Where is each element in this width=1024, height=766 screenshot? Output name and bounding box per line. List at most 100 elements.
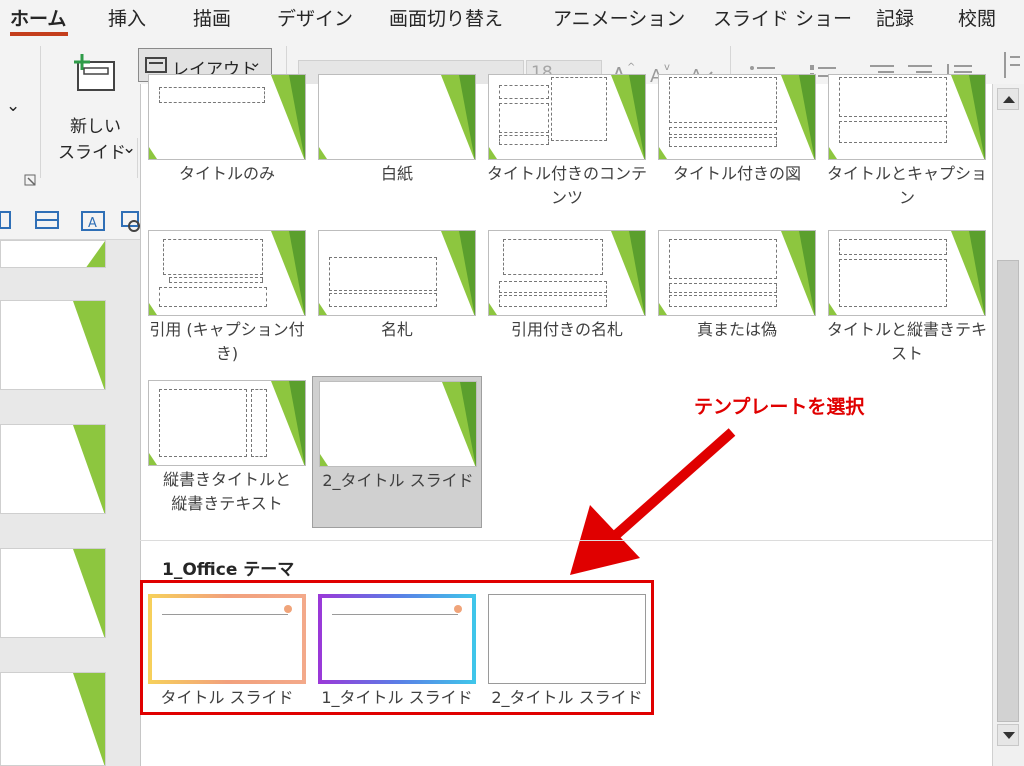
shape-toolbar: A — [0, 188, 140, 240]
new-slide-label-line1: 新しい — [70, 117, 121, 137]
placeholder — [551, 77, 607, 141]
layout-option[interactable]: 引用付きの名札 — [482, 226, 652, 386]
ribbon-separator — [137, 138, 138, 178]
placeholder — [669, 137, 777, 147]
placeholder — [499, 295, 607, 307]
ribbon-tabs: ホーム 挿入 描画 デザイン 画面切り替え アニメーション スライド ショー 記… — [0, 0, 1024, 38]
layout-option[interactable]: 真または偽 — [652, 226, 822, 386]
layout-option[interactable]: 引用 (キャプション付き) — [142, 226, 312, 386]
scrollbar-thumb[interactable] — [997, 260, 1019, 722]
tab-home[interactable]: ホーム — [10, 4, 66, 31]
tab-slideshow[interactable]: スライド ショー — [713, 4, 852, 31]
preview-decoration — [659, 147, 667, 159]
dialog-launcher-icon[interactable] — [24, 174, 38, 188]
thumb-decoration — [73, 673, 105, 765]
layout-preview — [658, 230, 816, 316]
placeholder — [499, 103, 549, 133]
slide-thumbnail[interactable] — [0, 548, 106, 638]
layout-option[interactable]: 縦書きタイトルと縦書きテキスト — [142, 376, 312, 530]
placeholder — [499, 135, 549, 145]
scroll-down-button[interactable] — [997, 724, 1019, 746]
active-tab-underline — [10, 32, 68, 36]
ribbon-separator — [40, 46, 41, 178]
placeholder — [163, 239, 263, 275]
preview-decoration — [799, 231, 815, 315]
placeholder — [251, 389, 267, 457]
placeholder — [839, 259, 947, 307]
tab-review[interactable]: 校閲 — [958, 4, 996, 31]
preview-decoration — [659, 303, 667, 315]
layout-option[interactable]: 白紙 — [312, 70, 482, 230]
layout-option[interactable]: タイトル付きのコンテンツ — [482, 70, 652, 230]
preview-decoration — [149, 453, 157, 465]
scroll-up-button[interactable] — [997, 88, 1019, 110]
layout-preview — [828, 230, 986, 316]
preview-decoration — [629, 75, 645, 159]
tab-insert[interactable]: 挿入 — [108, 4, 146, 31]
tab-transitions[interactable]: 画面切り替え — [389, 4, 503, 31]
preview-decoration — [289, 75, 305, 159]
layout-option[interactable]: タイトルとキャプション — [822, 70, 992, 230]
new-slide-label-line2: スライド — [58, 143, 126, 163]
arrow-down-icon — [1003, 732, 1015, 739]
layout-preview — [148, 74, 306, 160]
shape-rectangle-icon[interactable] — [34, 210, 60, 232]
preview-decoration — [459, 75, 475, 159]
preview-decoration — [829, 147, 837, 159]
layout-label: 縦書きタイトルと縦書きテキスト — [162, 470, 291, 513]
gallery-scrollbar[interactable] — [992, 84, 1024, 766]
preview-decoration — [149, 303, 157, 315]
layout-preview — [488, 74, 646, 160]
annotation-arrow — [570, 428, 736, 575]
arrow-up-icon — [1003, 96, 1015, 103]
slide-thumbnail[interactable] — [0, 672, 106, 766]
slide-thumbnail[interactable] — [0, 300, 106, 390]
tab-record[interactable]: 記録 — [876, 4, 914, 31]
slide-thumbnail[interactable] — [0, 240, 106, 268]
preview-decoration — [829, 303, 837, 315]
slide-thumbnails-panel: A — [0, 188, 140, 766]
preview-decoration — [489, 147, 497, 159]
svg-text:A: A — [88, 216, 97, 231]
preview-decoration — [489, 303, 497, 315]
layout-option[interactable]: 名札 — [312, 226, 482, 386]
layout-label: 引用付きの名札 — [510, 320, 623, 339]
preview-decoration — [629, 231, 645, 315]
layout-preview — [488, 230, 646, 316]
thumb-decoration — [85, 241, 105, 267]
placeholder — [159, 389, 247, 457]
powerpoint-window: ホーム 挿入 描画 デザイン 画面切り替え アニメーション スライド ショー 記… — [0, 0, 1024, 766]
placeholder — [329, 257, 437, 291]
layout-preview — [318, 74, 476, 160]
placeholder — [499, 85, 549, 99]
layout-option-selected[interactable]: 2_タイトル スライド — [312, 376, 482, 528]
thumb-decoration — [73, 425, 105, 513]
layout-preview — [319, 381, 477, 467]
shape-circle-icon[interactable] — [120, 210, 140, 232]
new-slide-icon — [74, 54, 115, 91]
placeholder — [499, 281, 607, 293]
placeholder — [669, 239, 777, 279]
layout-preview — [658, 74, 816, 160]
layout-label: タイトルとキャプション — [826, 164, 987, 207]
preview-decoration — [459, 231, 475, 315]
layout-label: タイトル付きのコンテンツ — [486, 164, 647, 207]
shape-grid-icon[interactable] — [0, 210, 14, 232]
layout-label: タイトル付きの図 — [672, 164, 801, 183]
tab-animations[interactable]: アニメーション — [553, 4, 685, 31]
new-slide-button[interactable]: 新しい スライド ⌄ — [56, 46, 137, 166]
highlight-box — [140, 580, 654, 715]
preview-decoration — [799, 75, 815, 159]
new-slide-chevron: ⌄ — [122, 138, 137, 158]
textbox-icon[interactable]: A — [80, 210, 106, 232]
clipboard-dropdown-chevron[interactable]: ⌄ — [6, 96, 20, 116]
layout-preview — [148, 380, 306, 466]
placeholder — [503, 239, 603, 275]
slide-thumbnail[interactable] — [0, 424, 106, 514]
layout-preview — [828, 74, 986, 160]
tab-draw[interactable]: 描画 — [193, 4, 231, 31]
layout-option[interactable]: タイトル付きの図 — [652, 70, 822, 230]
layout-option[interactable]: タイトルと縦書きテキスト — [822, 226, 992, 386]
layout-option[interactable]: タイトルのみ — [142, 70, 312, 230]
tab-design[interactable]: デザイン — [277, 4, 353, 31]
